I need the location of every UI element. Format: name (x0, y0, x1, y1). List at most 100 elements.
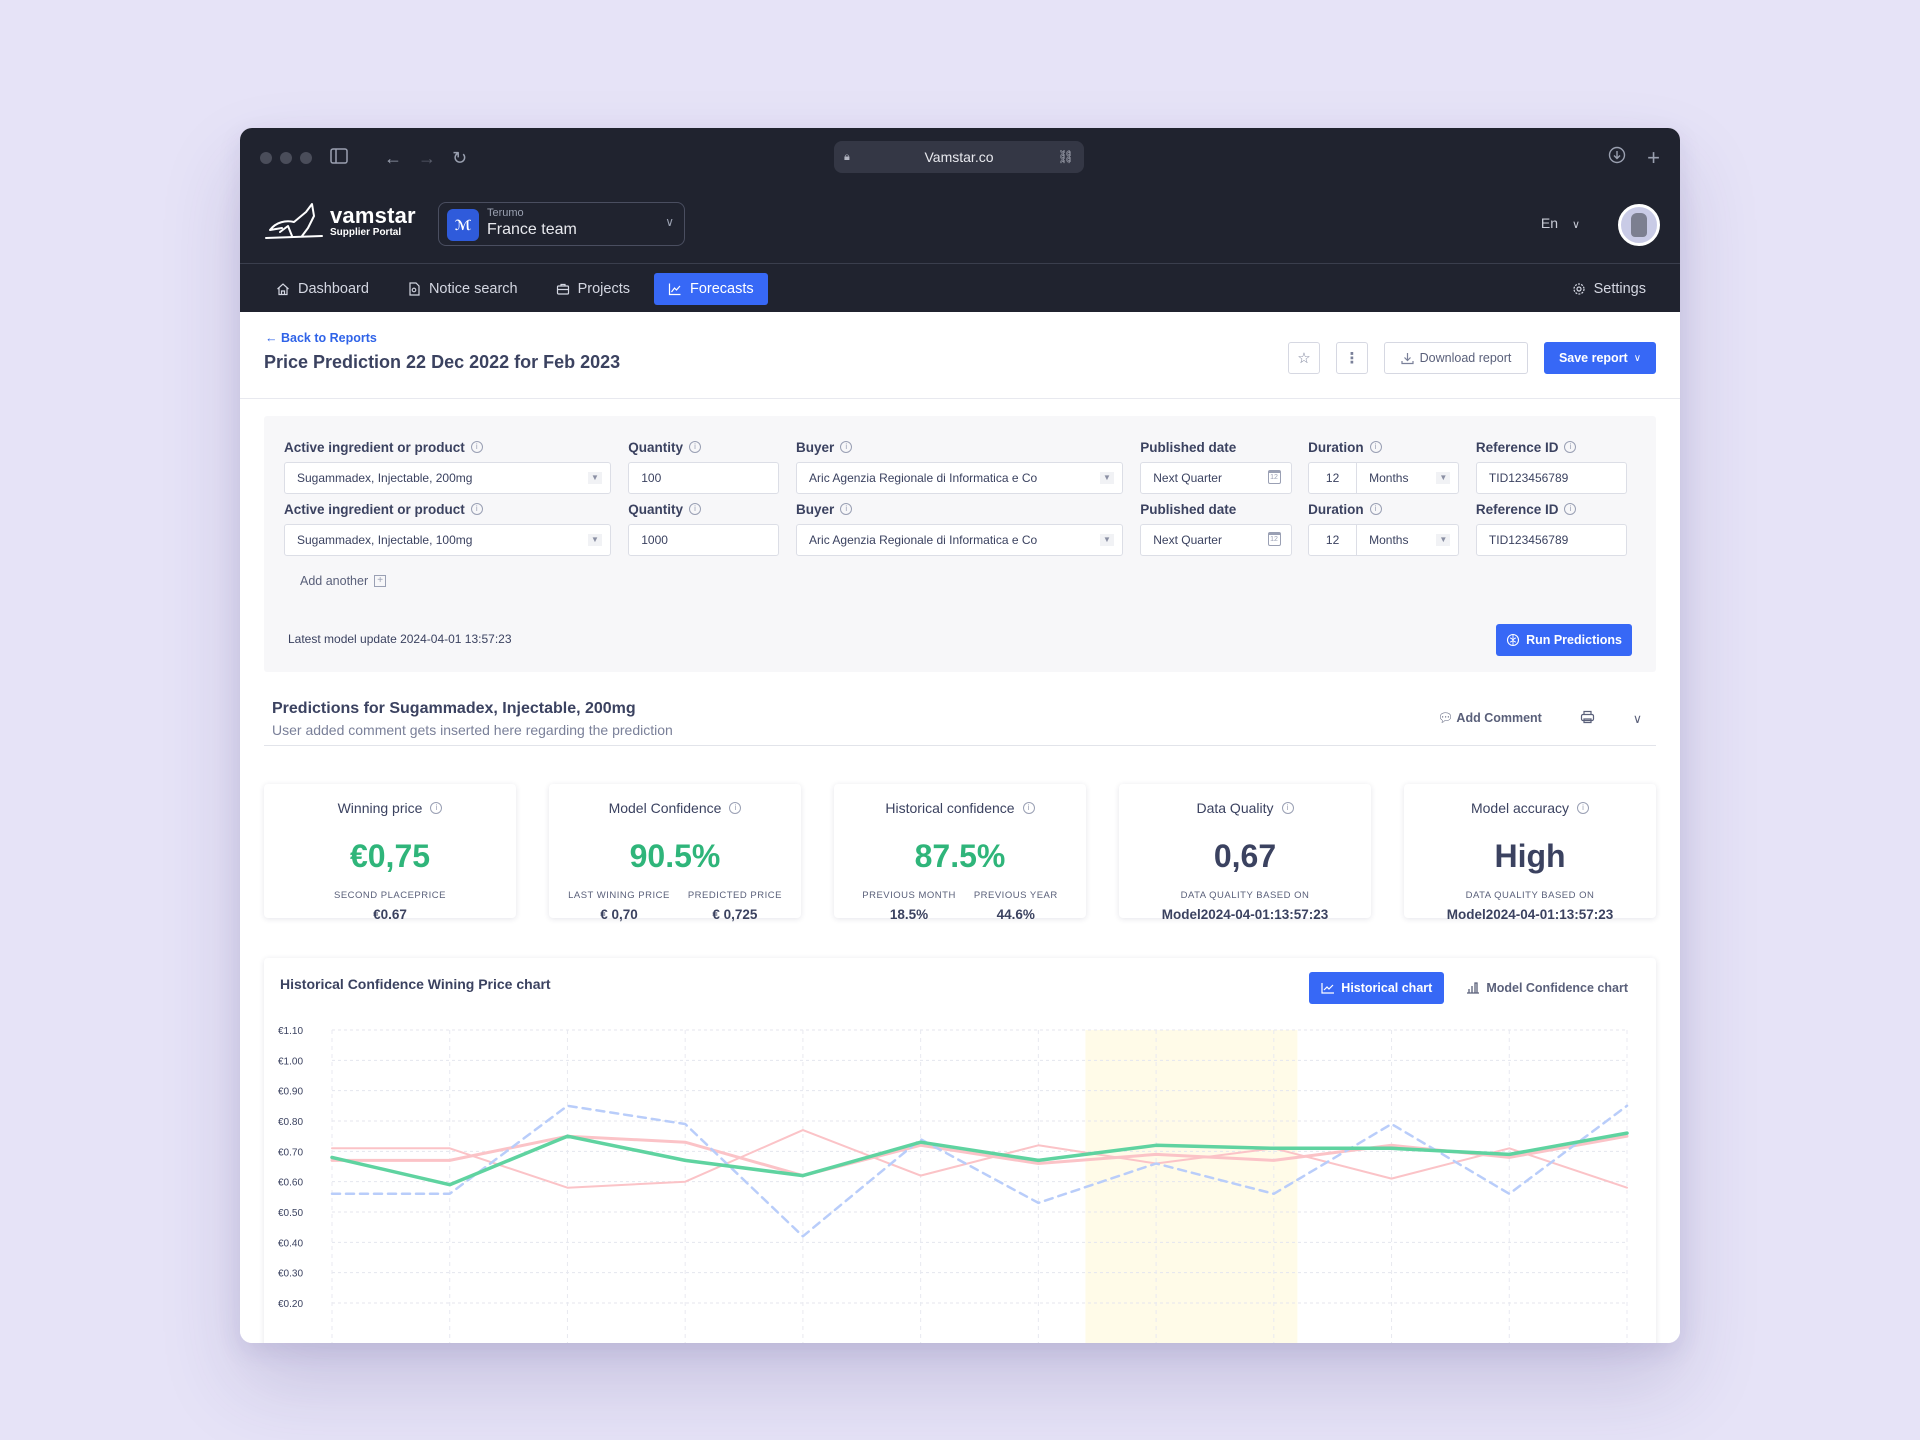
run-predictions-button[interactable]: Run Predictions (1496, 624, 1632, 656)
published-date-picker[interactable]: Next Quarter 12 (1140, 462, 1292, 494)
forward-arrow-icon[interactable]: → (418, 146, 436, 170)
calendar-icon[interactable]: 12 (1267, 532, 1281, 546)
avatar-image (1631, 213, 1647, 237)
kpi-title-text: Winning price (337, 800, 423, 816)
chevron-down-icon: ∨ (665, 215, 674, 229)
download-icon[interactable] (1608, 146, 1626, 170)
info-icon[interactable]: i (470, 441, 483, 453)
window-controls[interactable] (260, 152, 312, 164)
product-select[interactable]: Sugammadex, Injectable, 100mg ▼ (284, 524, 611, 556)
chart-tabs: Historical chart Model Confidence chart (1309, 972, 1640, 1004)
minimize-dot[interactable] (280, 152, 292, 164)
quantity-input[interactable]: 1000 (628, 524, 780, 556)
run-predictions-label: Run Predictions (1526, 633, 1622, 647)
maximize-dot[interactable] (300, 152, 312, 164)
reload-icon[interactable]: ↻ (452, 146, 467, 170)
kpi-subvalue: Data quality based on Model2024-04-01:13:… (1162, 890, 1329, 922)
field-label-text: Buyer (796, 439, 835, 455)
nav-item-dashboard[interactable]: Dashboard (262, 273, 383, 305)
y-tick-label: €1.00 (278, 1056, 303, 1067)
info-icon[interactable]: i (1022, 802, 1035, 814)
nav-label: Forecasts (689, 281, 754, 297)
info-icon[interactable]: i (470, 503, 483, 515)
team-organization: Terumo (487, 207, 524, 219)
kpi-sub-value: 44.6% (996, 907, 1035, 922)
kpi-sub-label: Previous month (862, 890, 956, 901)
info-icon[interactable]: i (840, 441, 853, 453)
info-icon[interactable]: i (840, 503, 853, 515)
info-icon[interactable]: i (430, 802, 443, 814)
url-text: Vamstar.co (924, 149, 994, 165)
nav-label: Settings (1593, 281, 1646, 297)
info-icon[interactable]: i (688, 441, 701, 453)
brand-subtitle: Supplier Portal (330, 227, 402, 238)
quantity-input[interactable]: 100 (628, 462, 780, 494)
add-another-button[interactable]: Add another + (300, 574, 387, 588)
info-icon[interactable]: i (1369, 441, 1382, 453)
duration-unit-select[interactable]: Months (1369, 525, 1408, 555)
caret-down-icon: ▼ (1436, 534, 1451, 546)
duration-input[interactable]: 12 Months ▼ (1308, 462, 1460, 494)
field-label-text: Published date (1140, 439, 1237, 455)
download-icon (1401, 352, 1414, 364)
download-report-button[interactable]: Download report (1384, 342, 1528, 374)
comment-icon: 💬︎ (1437, 711, 1454, 725)
print-button[interactable] (1580, 710, 1595, 727)
field-label-text: Quantity (628, 439, 683, 455)
trend-chart-icon (668, 283, 681, 296)
close-dot[interactable] (260, 152, 272, 164)
field-label: Duration i (1308, 498, 1459, 520)
duration-value-input[interactable]: 12 (1309, 463, 1358, 493)
info-icon[interactable]: i (1281, 802, 1294, 814)
back-to-reports-link[interactable]: ← Back to Reports (265, 331, 377, 345)
duration-input[interactable]: 12 Months ▼ (1308, 524, 1460, 556)
y-tick-label: €0.50 (278, 1208, 303, 1219)
kpi-title-text: Model Confidence (608, 800, 722, 816)
kpi-sub-label: Predicted price (687, 890, 782, 901)
brand-logo[interactable]: vamstar Supplier Portal (262, 202, 416, 242)
add-comment-button[interactable]: 💬︎ Add Comment (1438, 711, 1542, 726)
tab-model-confidence-chart[interactable]: Model Confidence chart (1454, 972, 1640, 1004)
y-tick-label: €0.90 (278, 1087, 303, 1098)
language-selector[interactable]: En ∨ (1541, 215, 1580, 231)
nav-item-settings[interactable]: Settings (1558, 273, 1660, 305)
y-tick-label: €0.30 (278, 1269, 303, 1280)
nav-item-projects[interactable]: Projects (542, 273, 644, 305)
field-buyer: Buyer i Aric Agenzia Regionale di Informat… (796, 436, 1123, 494)
duration-value-input[interactable]: 12 (1309, 525, 1358, 555)
nav-item-forecasts[interactable]: Forecasts (653, 273, 768, 305)
series-line-predicted-price (330, 1134, 1629, 1178)
info-icon[interactable]: i (1369, 503, 1382, 515)
new-tab-icon[interactable]: + (1647, 146, 1660, 170)
back-arrow-icon[interactable]: ← (384, 146, 402, 170)
calendar-icon[interactable]: 12 (1267, 470, 1281, 484)
buyer-select[interactable]: Aric Agenzia Regionale di Informatica e … (796, 462, 1123, 494)
favorite-button[interactable]: ☆ (1288, 342, 1320, 374)
info-icon[interactable]: i (1564, 503, 1577, 515)
sidebar-toggle-icon[interactable] (330, 146, 348, 170)
document-search-icon (409, 282, 420, 296)
kpi-sub-value: € 0,70 (600, 907, 638, 922)
info-icon[interactable]: i (1577, 802, 1590, 814)
address-bar[interactable]: 🔒︎ Vamstar.co ⛓ (834, 141, 1084, 173)
caret-down-icon: ▼ (587, 472, 602, 484)
y-tick-label: €0.40 (278, 1238, 303, 1249)
team-selector[interactable]: ℳ Terumo France team ∨ (438, 202, 685, 246)
info-icon[interactable]: i (729, 802, 742, 814)
info-icon[interactable]: i (1564, 441, 1577, 453)
info-icon[interactable]: i (688, 503, 701, 515)
buyer-select[interactable]: Aric Agenzia Regionale di Informatica e … (796, 524, 1123, 556)
product-select[interactable]: Sugammadex, Injectable, 200mg ▼ (284, 462, 611, 494)
field-value: Sugammadex, Injectable, 200mg (297, 471, 473, 485)
more-options-button[interactable]: ⋮ (1336, 342, 1368, 374)
save-report-button[interactable]: Save report ∨ (1544, 342, 1656, 374)
collapse-toggle[interactable]: ∨ (1633, 711, 1642, 726)
user-avatar[interactable] (1618, 204, 1660, 246)
model-confidence-tab-label: Model Confidence chart (1486, 981, 1628, 995)
published-date-picker[interactable]: Next Quarter 12 (1140, 524, 1292, 556)
duration-unit-select[interactable]: Months (1369, 463, 1408, 493)
reference-input[interactable]: TID123456789 (1475, 462, 1628, 494)
nav-item-notice-search[interactable]: Notice search (393, 273, 532, 305)
tab-historical-chart[interactable]: Historical chart (1309, 972, 1445, 1004)
reference-input[interactable]: TID123456789 (1475, 524, 1628, 556)
